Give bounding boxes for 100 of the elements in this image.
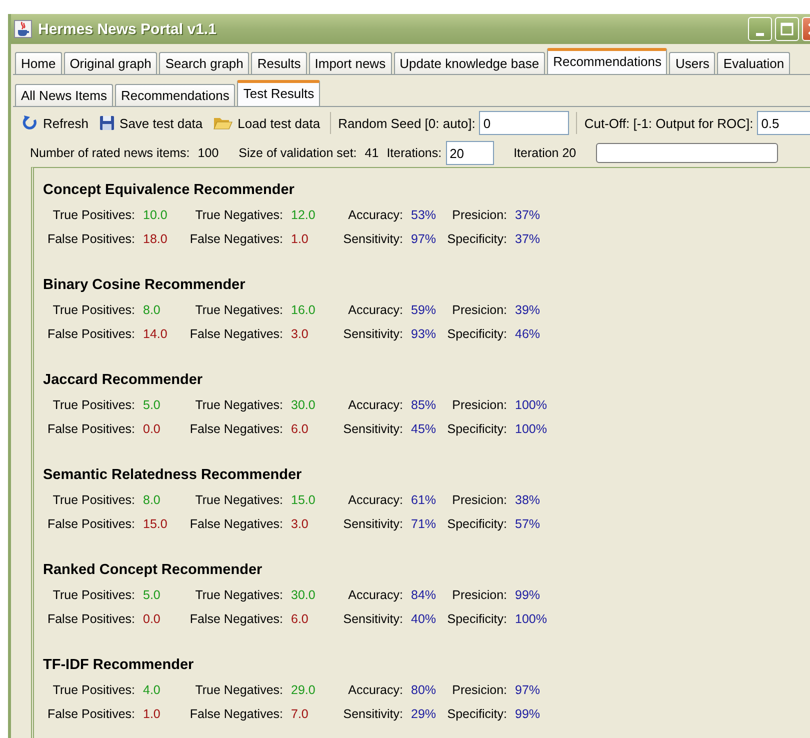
metric-value: 100% [514, 398, 547, 412]
metric-value: 8.0 [142, 493, 162, 507]
metric-label: False Negatives: [188, 707, 283, 721]
iterations-field[interactable]: 20 [446, 141, 494, 165]
recommender-title: Concept Equivalence Recommender [43, 182, 296, 198]
metric-value: 5.0 [142, 588, 162, 602]
metric-label: Sensitivity: [342, 612, 403, 626]
metric-value: 29.0 [290, 683, 316, 697]
metric-label: False Positives: [46, 327, 135, 341]
metric-label: Accuracy: [347, 398, 403, 412]
refresh-button[interactable]: Refresh [19, 113, 92, 133]
recommender-title: TF-IDF Recommender [43, 657, 195, 673]
tab[interactable]: Recommendations [547, 48, 668, 74]
tab[interactable]: Search graph [159, 52, 250, 74]
metric-label: False Negatives: [188, 232, 283, 246]
tab[interactable]: Original graph [64, 52, 158, 74]
rated-count: 100 [198, 146, 219, 160]
metric-value: 10.0 [142, 208, 168, 222]
tab[interactable]: Users [669, 52, 716, 74]
metric-label: Sensitivity: [342, 422, 403, 436]
metric-label: True Positives: [52, 398, 135, 412]
metric-value: 38% [514, 493, 542, 507]
load-button[interactable]: Load test data [210, 113, 324, 133]
metric-label: False Positives: [46, 422, 135, 436]
metric-label: Sensitivity: [342, 707, 403, 721]
metric-value: 37% [514, 208, 542, 222]
rated-label: Number of rated news items: [30, 146, 190, 160]
metric-label: Accuracy: [347, 683, 403, 697]
metric-label: Specificity: [446, 517, 507, 531]
metric-value: 29% [410, 707, 438, 721]
tab[interactable]: Results [251, 52, 307, 74]
metric-value: 40% [410, 612, 438, 626]
metric-label: True Negatives: [194, 398, 283, 412]
metric-label: False Positives: [46, 517, 135, 531]
metric-value: 30.0 [290, 398, 316, 412]
metric-value: 15.0 [290, 493, 316, 507]
maximize-button[interactable] [775, 17, 799, 41]
metric-value: 99% [514, 707, 542, 721]
tab[interactable]: All News Items [15, 84, 113, 106]
metric-label: Sensitivity: [342, 517, 403, 531]
metric-value: 80% [410, 683, 438, 697]
metric-value: 100% [514, 422, 547, 436]
metric-label: Specificity: [446, 422, 507, 436]
tab[interactable]: Import news [308, 52, 392, 74]
metric-label: Presicion: [451, 683, 507, 697]
metric-value: 97% [410, 232, 438, 246]
tab[interactable]: Test Results [237, 80, 320, 106]
iterations-label: Iterations: [386, 146, 442, 160]
metric-value: 6.0 [290, 612, 310, 626]
metric-value: 18.0 [142, 232, 168, 246]
metric-value: 39% [514, 303, 542, 317]
metric-label: Accuracy: [347, 303, 403, 317]
minimize-button[interactable] [748, 17, 772, 41]
seed-label: Random Seed [0: auto]: [338, 116, 476, 130]
recommender-title: Semantic Relatedness Recommender [43, 467, 303, 483]
metric-value: 7.0 [290, 707, 310, 721]
metric-label: True Negatives: [194, 683, 283, 697]
tab[interactable]: Evaluation [717, 52, 790, 74]
metric-label: True Positives: [52, 303, 135, 317]
window-title: Hermes News Portal v1.1 [38, 20, 216, 38]
tab[interactable]: Update knowledge base [394, 52, 546, 74]
metric-value: 6.0 [290, 422, 310, 436]
cutoff-label: Cut-Off: [-1: Output for ROC]: [584, 116, 754, 130]
recommender-title: Jaccard Recommender [43, 372, 204, 388]
iteration-status: Iteration 20 [514, 146, 576, 160]
metric-label: Presicion: [451, 398, 507, 412]
metric-value: 84% [410, 588, 438, 602]
maximize-icon [780, 22, 794, 36]
recommender-title: Binary Cosine Recommender [43, 277, 246, 293]
metric-label: Accuracy: [347, 208, 403, 222]
metric-value: 14.0 [142, 327, 168, 341]
metric-label: False Positives: [46, 232, 135, 246]
tab[interactable]: Home [15, 52, 62, 74]
metric-value: 12.0 [290, 208, 316, 222]
metric-label: Presicion: [451, 493, 507, 507]
metric-label: True Positives: [52, 588, 135, 602]
save-button[interactable]: Save test data [96, 113, 206, 133]
metric-value: 45% [410, 422, 438, 436]
metric-value: 59% [410, 303, 438, 317]
metric-label: True Negatives: [194, 208, 283, 222]
recommender-title: Ranked Concept Recommender [43, 562, 264, 578]
cutoff-field[interactable]: 0.5 [757, 111, 810, 135]
metric-value: 53% [410, 208, 438, 222]
metric-value: 3.0 [290, 517, 310, 531]
tab[interactable]: Recommendations [114, 84, 236, 106]
metric-value: 100% [514, 612, 547, 626]
validation-count: 41 [364, 146, 379, 160]
metric-value: 99% [514, 588, 542, 602]
metric-value: 0.0 [142, 612, 162, 626]
metric-label: True Positives: [52, 683, 135, 697]
seed-field[interactable]: 0 [479, 111, 570, 135]
metric-value: 57% [514, 517, 542, 531]
metric-value: 30.0 [290, 588, 316, 602]
metric-value: 1.0 [142, 707, 162, 721]
metric-value: 37% [514, 232, 542, 246]
metric-label: Presicion: [451, 588, 507, 602]
metric-value: 93% [410, 327, 438, 341]
metric-value: 15.0 [142, 517, 168, 531]
metric-value: 0.0 [142, 422, 162, 436]
metric-value: 97% [514, 683, 542, 697]
